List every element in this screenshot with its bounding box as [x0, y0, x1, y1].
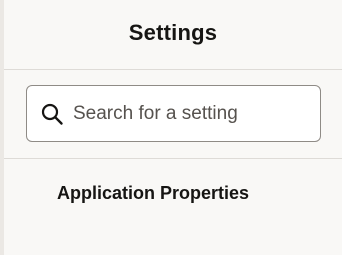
settings-panel: Settings Application Properties — [4, 0, 342, 255]
divider — [4, 158, 342, 159]
search-box[interactable] — [26, 85, 321, 142]
divider — [4, 69, 342, 70]
settings-item-application-properties[interactable]: Application Properties — [57, 183, 249, 204]
search-input[interactable] — [73, 102, 303, 125]
panel-title: Settings — [128, 20, 218, 45]
search-icon — [39, 101, 65, 127]
